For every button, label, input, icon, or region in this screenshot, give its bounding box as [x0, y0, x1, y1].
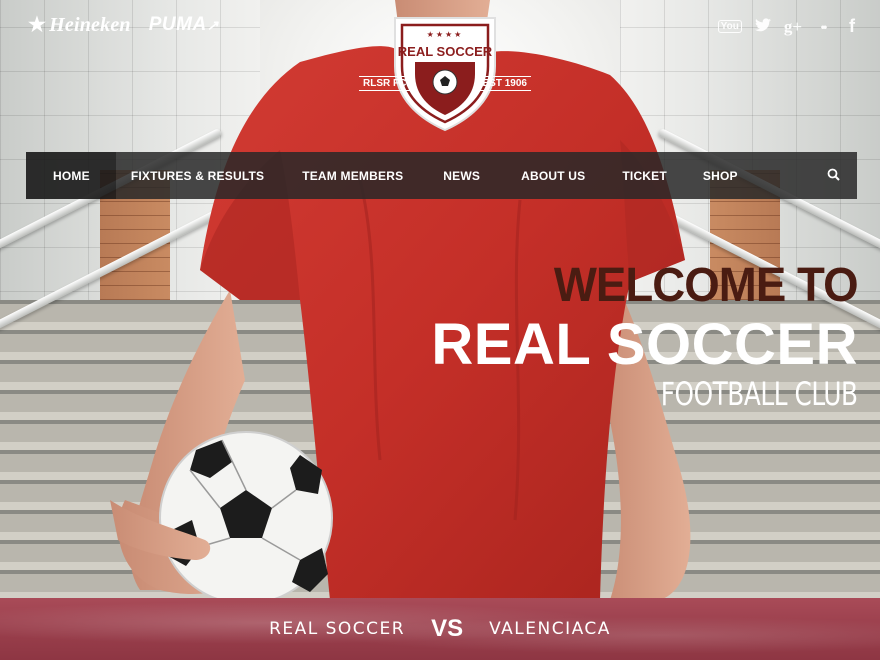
flickr-icon[interactable]: ••	[815, 20, 831, 34]
hero-subtitle: FOOTBALL CLUB	[661, 375, 858, 413]
nav-item-about-us[interactable]: ABOUT US	[501, 152, 604, 199]
nav-item-news[interactable]: NEWS	[422, 152, 501, 199]
hero-heading: WELCOME TO REAL SOCCER FOOTBALL CLUB	[431, 259, 859, 413]
youtube-icon[interactable]: You	[717, 20, 742, 33]
hero-club-name: REAL SOCCER	[431, 312, 858, 377]
nav-item-home[interactable]: HOME	[26, 152, 116, 199]
twitter-icon[interactable]	[754, 18, 771, 35]
main-navigation: HOME FIXTURES & RESULTS TEAM MEMBERS NEW…	[26, 152, 857, 199]
nav-item-shop[interactable]: SHOP	[684, 152, 755, 199]
club-crest-logo[interactable]: ★★★★ REAL SOCCER RLSR FC. EST 1906	[355, 14, 535, 134]
home-team-name: REAL SOCCER	[269, 619, 406, 639]
search-button[interactable]	[825, 166, 843, 184]
puma-cat-icon: ↗	[206, 16, 219, 33]
social-links: You g+ •• f	[717, 16, 860, 37]
facebook-icon[interactable]: f	[844, 16, 860, 37]
puma-logo: PUMA↗	[149, 14, 219, 36]
nav-item-ticket[interactable]: TICKET	[604, 152, 684, 199]
crest-left-text: RLSR FC.	[359, 76, 414, 91]
sponsor-logos: ★ Heineken PUMA↗	[28, 12, 219, 37]
soccer-ball-graphic	[159, 431, 333, 600]
crest-stars: ★★★★	[426, 30, 464, 39]
googleplus-icon[interactable]: g+	[784, 17, 802, 37]
hero-welcome-text: WELCOME TO	[554, 259, 859, 312]
crest-club-name: REAL SOCCER	[397, 44, 493, 59]
puma-logo-text: PUMA	[148, 13, 207, 35]
heineken-logo-text: Heineken	[49, 14, 131, 36]
nav-item-team-members[interactable]: TEAM MEMBERS	[283, 152, 422, 199]
next-match-bar[interactable]: REAL SOCCER VS VALENCIACA	[0, 598, 880, 660]
versus-label: VS	[431, 615, 464, 642]
nav-item-fixtures-results[interactable]: FIXTURES & RESULTS	[116, 152, 283, 199]
crest-right-text: EST 1906	[478, 76, 531, 91]
star-icon: ★	[28, 14, 47, 36]
away-team-name: VALENCIACA	[489, 619, 611, 639]
search-icon	[827, 168, 840, 181]
heineken-logo: ★ Heineken	[28, 12, 131, 37]
